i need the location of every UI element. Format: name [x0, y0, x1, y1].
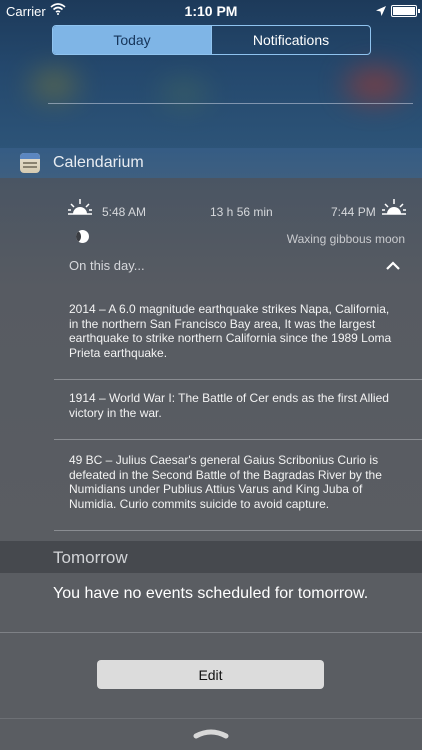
widget-title: Calendarium [53, 154, 144, 171]
chevron-up-icon[interactable] [386, 258, 400, 276]
location-arrow-icon [376, 4, 386, 19]
moon-phase-label: Waxing gibbous moon [286, 232, 405, 246]
tomorrow-title: Tomorrow [53, 548, 128, 567]
status-bar: Carrier 1:10 PM [0, 0, 422, 22]
blurred-light-yellow [30, 70, 78, 100]
sun-times-row: 5:48 AM 13 h 56 min 7:44 PM [0, 195, 422, 225]
tomorrow-message: You have no events scheduled for tomorro… [53, 585, 369, 602]
on-this-day-label: On this day... [69, 258, 145, 273]
sunset-icon [382, 199, 406, 220]
sunset-time: 7:44 PM [331, 205, 376, 219]
section-divider [0, 632, 422, 633]
tab-today[interactable]: Today [53, 26, 211, 54]
battery-icon [391, 5, 420, 17]
event-divider [54, 439, 422, 440]
bottom-divider [0, 718, 422, 719]
day-length: 13 h 56 min [210, 205, 273, 219]
tab-notifications[interactable]: Notifications [211, 26, 370, 54]
today-notifications-segment[interactable]: Today Notifications [52, 25, 371, 55]
history-event: 49 BC – Julius Caesar's general Gaius Sc… [69, 453, 382, 511]
moon-icon [76, 230, 89, 243]
edit-button[interactable]: Edit [97, 660, 324, 689]
history-event: 1914 – World War I: The Battle of Cer en… [69, 391, 389, 420]
blurred-light-red [345, 68, 405, 102]
sunrise-time: 5:48 AM [102, 205, 147, 219]
grabber-icon[interactable] [193, 726, 229, 744]
status-time: 1:10 PM [184, 3, 238, 19]
history-event: 2014 – A 6.0 magnitude earthquake strike… [69, 302, 392, 360]
widget-header[interactable]: Calendarium [0, 148, 422, 178]
widget-separator-line [48, 103, 413, 104]
calendarium-app-icon [20, 153, 40, 173]
sunrise-icon [68, 199, 92, 220]
event-divider [54, 379, 422, 380]
event-divider [54, 530, 422, 531]
